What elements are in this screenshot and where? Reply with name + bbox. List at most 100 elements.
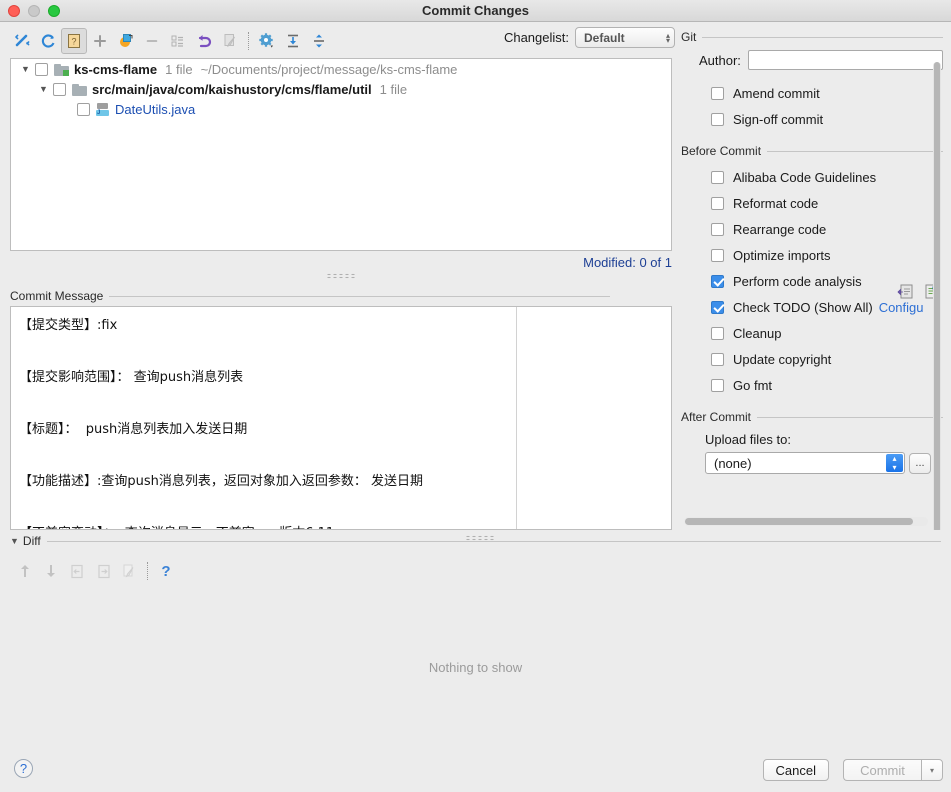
magic-wand-icon[interactable]: [9, 28, 35, 54]
tree-row-checkbox[interactable]: [53, 82, 66, 96]
diff-header: ▼ Diff: [10, 534, 941, 548]
tree-message-splitter[interactable]: [10, 272, 672, 280]
scrollbar-thumb[interactable]: [934, 62, 940, 530]
collapse-all-icon[interactable]: [306, 28, 332, 54]
tree-row-checkbox[interactable]: [77, 102, 90, 116]
changed-files-tree[interactable]: ▼ ks-cms-flame 1 file ~/Documents/projec…: [10, 58, 672, 251]
before-commit-item[interactable]: Check TODO (Show All) Configu: [711, 294, 943, 320]
go-fmt-label: Go fmt: [733, 377, 773, 393]
amend-commit-row[interactable]: Amend commit: [711, 80, 943, 106]
alibaba-code-guidelines-checkbox[interactable]: [711, 170, 724, 184]
revert-left-icon[interactable]: [64, 560, 90, 582]
options-vertical-scrollbar[interactable]: [933, 62, 941, 530]
title-bar: Commit Changes: [0, 0, 951, 22]
before-commit-item[interactable]: Optimize imports: [711, 242, 943, 268]
go-fmt-checkbox[interactable]: [711, 378, 724, 392]
before-commit-item[interactable]: Alibaba Code Guidelines: [711, 164, 943, 190]
sign-off-commit-checkbox[interactable]: [711, 112, 724, 126]
show-diff-icon[interactable]: ?: [61, 27, 87, 54]
tree-row[interactable]: ▼ src/main/java/com/kaishustory/cms/flam…: [11, 79, 671, 99]
tree-row[interactable]: ▼ ks-cms-flame 1 file ~/Documents/projec…: [11, 59, 671, 79]
plus-icon[interactable]: [87, 28, 113, 54]
chevron-down-icon[interactable]: ▼: [10, 536, 19, 546]
scrollbar-thumb[interactable]: [685, 518, 913, 525]
previous-difference-icon[interactable]: [12, 560, 38, 582]
commit-message-input[interactable]: 【提交类型】:fix 【提交影响范围】： 查询push消息列表 【标题】： pu…: [10, 306, 672, 530]
before-commit-item[interactable]: Perform code analysis: [711, 268, 943, 294]
before-commit-item[interactable]: Rearrange code: [711, 216, 943, 242]
before-commit-item[interactable]: Go fmt: [711, 372, 943, 398]
optimize-imports-checkbox[interactable]: [711, 248, 724, 262]
tree-row-checkbox[interactable]: [35, 62, 48, 76]
ignore-icon[interactable]: [217, 28, 243, 54]
chevron-down-icon[interactable]: ▼: [21, 64, 35, 74]
gear-icon[interactable]: [254, 28, 280, 54]
diff-title: Diff: [22, 534, 41, 548]
before-commit-item[interactable]: Reformat code: [711, 190, 943, 216]
help-icon[interactable]: ?: [14, 759, 33, 778]
cleanup-checkbox[interactable]: [711, 326, 724, 340]
rearrange-code-label: Rearrange code: [733, 221, 827, 237]
diff-toolbar-separator: [147, 562, 148, 580]
perform-code-analysis-label: Perform code analysis: [733, 273, 862, 289]
changelist-dropdown[interactable]: Default ▴ ▾: [575, 27, 675, 48]
divider: [109, 295, 610, 297]
tree-row-name: ks-cms-flame: [74, 61, 158, 77]
divider: [702, 36, 943, 38]
check-todo-checkbox[interactable]: [711, 300, 724, 314]
diff-empty-text: Nothing to show: [428, 660, 523, 675]
upload-files-row: (none) ▴ ▾ ...: [705, 452, 943, 474]
changelist-value: Default: [584, 30, 625, 45]
revert-right-icon[interactable]: [90, 560, 116, 582]
minus-icon[interactable]: [139, 28, 165, 54]
upload-files-dropdown[interactable]: (none) ▴ ▾: [705, 452, 905, 474]
rearrange-code-checkbox[interactable]: [711, 222, 724, 236]
git-group-title: Git: [681, 30, 697, 44]
author-input[interactable]: [747, 50, 943, 70]
options-horizontal-scrollbar[interactable]: [684, 517, 928, 526]
configure-todo-link[interactable]: Configu: [879, 300, 924, 315]
commit-button[interactable]: Commit: [843, 759, 921, 781]
update-copyright-checkbox[interactable]: [711, 352, 724, 366]
tree-row-path: ~/Documents/project/message/ks-cms-flame: [200, 61, 458, 77]
update-copyright-label: Update copyright: [733, 351, 832, 367]
before-commit-group: Before Commit Alibaba Code Guidelines Re…: [681, 144, 943, 398]
rollback-icon[interactable]: [191, 28, 217, 54]
commit-split-button: Commit ▾: [843, 759, 943, 781]
chevron-down-icon[interactable]: ▾: [921, 759, 943, 781]
perform-code-analysis-checkbox[interactable]: [711, 274, 724, 288]
sign-off-commit-row[interactable]: Sign-off commit: [711, 106, 943, 132]
commit-message-text: 【提交类型】:fix 【提交影响范围】： 查询push消息列表 【标题】： pu…: [19, 318, 424, 529]
before-commit-item[interactable]: Update copyright: [711, 346, 943, 372]
after-commit-header: After Commit: [681, 410, 943, 424]
git-group: Git Author: Amend commit Sign-off commit: [681, 30, 943, 132]
toolbar-separator: [248, 31, 249, 50]
ignore-whitespace-icon[interactable]: [116, 560, 142, 582]
move-changelist-icon[interactable]: [113, 28, 139, 54]
after-commit-group: After Commit Upload files to: (none) ▴ ▾ …: [681, 410, 943, 474]
before-commit-item[interactable]: Cleanup: [711, 320, 943, 346]
amend-commit-checkbox[interactable]: [711, 86, 724, 100]
upload-configure-button[interactable]: ...: [909, 452, 931, 474]
expand-all-icon[interactable]: [280, 28, 306, 54]
tree-row[interactable]: J DateUtils.java: [11, 99, 671, 119]
check-todo-label: Check TODO (Show All): [733, 299, 873, 315]
group-by-icon[interactable]: [165, 28, 191, 54]
reformat-code-checkbox[interactable]: [711, 196, 724, 210]
changelist-label: Changelist:: [503, 30, 569, 45]
modified-count: Modified: 0 of 1: [583, 255, 672, 270]
next-difference-icon[interactable]: [38, 560, 64, 582]
cleanup-label: Cleanup: [733, 325, 782, 341]
help-icon[interactable]: ?: [153, 560, 179, 582]
chevron-updown-icon[interactable]: ▴ ▾: [886, 454, 903, 472]
cancel-button[interactable]: Cancel: [762, 759, 829, 781]
changelist-selector: Changelist: Default ▴ ▾: [504, 27, 675, 48]
before-commit-header: Before Commit: [681, 144, 943, 158]
before-commit-title: Before Commit: [681, 144, 762, 158]
svg-text:?: ?: [71, 36, 76, 46]
refresh-icon[interactable]: [35, 28, 61, 54]
chevron-down-icon[interactable]: ▼: [39, 84, 53, 94]
upload-files-label: Upload files to:: [705, 432, 791, 447]
tree-row-name[interactable]: DateUtils.java: [115, 102, 195, 117]
commit-options-panel: Git Author: Amend commit Sign-off commit…: [681, 30, 943, 530]
